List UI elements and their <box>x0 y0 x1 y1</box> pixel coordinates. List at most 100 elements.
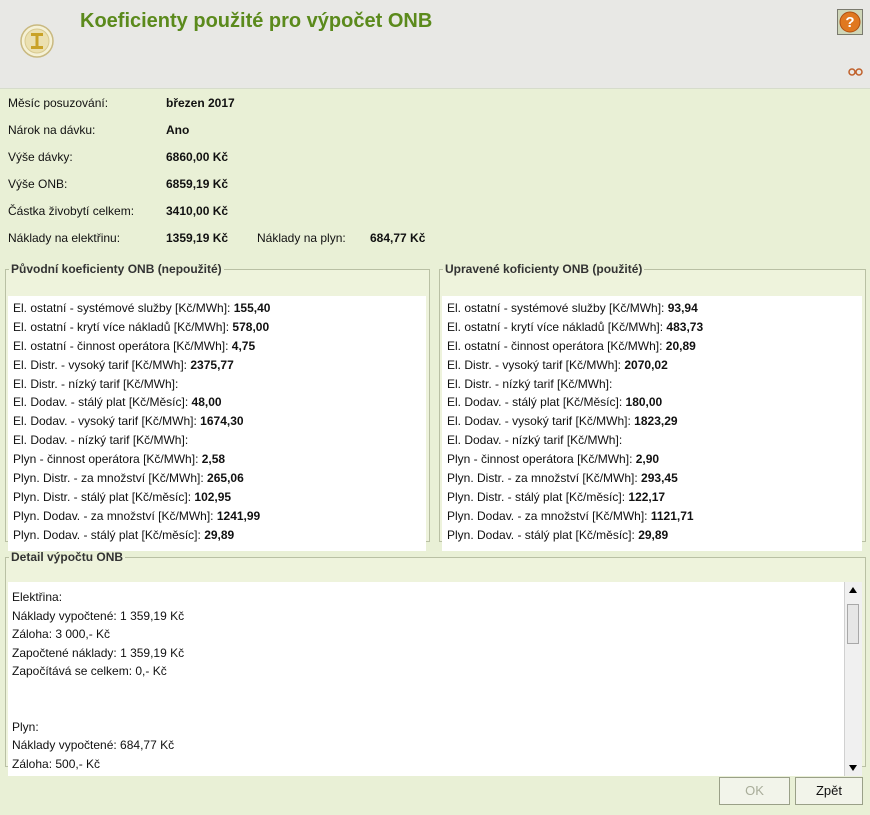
coefficient-label: El. ostatní - krytí více nákladů [Kč/MWh… <box>447 319 664 334</box>
info-label: Nárok na dávku: <box>8 123 96 137</box>
info-label: Výše dávky: <box>8 150 73 164</box>
svg-text:?: ? <box>845 14 854 31</box>
coefficient-value: 483,73 <box>666 319 704 334</box>
coefficient-label: El. Distr. - vysoký tarif [Kč/MWh]: <box>447 357 622 372</box>
coefficient-label: El. Distr. - nízký tarif [Kč/MWh]: <box>13 376 179 391</box>
coefficient-row: El. ostatní - činnost operátora [Kč/MWh]… <box>13 337 421 356</box>
coefficient-label: El. Dodav. - stálý plat [Kč/Měsíc]: <box>447 395 623 410</box>
info-label: Výše ONB: <box>8 177 68 191</box>
coefficient-value: 578,00 <box>232 319 270 334</box>
coefficient-label: El. Dodav. - nízký tarif [Kč/MWh]: <box>447 433 623 448</box>
scrollbar-thumb[interactable] <box>847 604 859 644</box>
coefficients-lines: El. ostatní - systémové služby [Kč/MWh]:… <box>8 296 426 548</box>
coefficient-value: 93,94 <box>667 301 698 315</box>
coefficient-label: Plyn. Distr. - stálý plat [Kč/měsíc]: <box>447 489 626 504</box>
scroll-down-icon[interactable] <box>848 764 858 772</box>
coefficient-row: Plyn - činnost operátora [Kč/MWh]: 2,90 <box>447 450 857 469</box>
coefficient-value: 29,89 <box>204 527 235 542</box>
adjusted-coefficients-list: El. ostatní - systémové služby [Kč/MWh]:… <box>442 296 862 551</box>
coefficient-value: 48,00 <box>191 395 222 410</box>
coefficient-label: Plyn. Dodav. - stálý plat [Kč/měsíc]: <box>13 527 201 542</box>
coefficient-value: 1823,29 <box>634 414 678 429</box>
coefficient-row: El. ostatní - krytí více nákladů [Kč/MWh… <box>13 318 421 337</box>
coefficient-row: Plyn. Dodav. - za množství [Kč/MWh]: 112… <box>447 507 857 526</box>
coefficient-row: Plyn. Distr. - za množství [Kč/MWh]: 265… <box>13 469 421 488</box>
coefficient-label: Plyn. Distr. - za množství [Kč/MWh]: <box>13 471 204 486</box>
coefficient-label: Plyn. Dodav. - za množství [Kč/MWh]: <box>13 508 214 523</box>
coefficient-value: 122,17 <box>628 489 666 504</box>
gas-cost-label: Náklady na plyn: <box>257 231 346 245</box>
coefficient-label: El. Distr. - vysoký tarif [Kč/MWh]: <box>13 357 188 372</box>
info-label: Částka živobytí celkem: <box>8 204 135 218</box>
detail-lines: Elektřina: Náklady vypočtené: 1 359,19 K… <box>12 588 832 773</box>
info-label: Měsíc posuzování: <box>8 96 109 110</box>
coefficient-label: Plyn. Distr. - stálý plat [Kč/měsíc]: <box>13 489 192 504</box>
coefficient-row: El. Distr. - vysoký tarif [Kč/MWh]: 2375… <box>13 356 421 375</box>
coefficient-row: Plyn. Dodav. - stálý plat [Kč/měsíc]: 29… <box>13 526 421 545</box>
info-value: březen 2017 <box>166 96 235 110</box>
coefficient-label: El. ostatní - krytí více nákladů [Kč/MWh… <box>13 319 230 334</box>
coefficient-label: El. Dodav. - vysoký tarif [Kč/MWh]: <box>447 414 631 429</box>
coefficient-row: El. Distr. - nízký tarif [Kč/MWh]: <box>13 375 421 394</box>
coefficient-label: El. Dodav. - vysoký tarif [Kč/MWh]: <box>13 414 197 429</box>
help-icon[interactable]: ? <box>837 9 863 35</box>
coefficient-label: El. Distr. - nízký tarif [Kč/MWh]: <box>447 376 613 391</box>
coefficient-value: 29,89 <box>638 527 669 542</box>
coefficient-value: 2375,77 <box>190 357 234 372</box>
coefficient-row: El. Dodav. - stálý plat [Kč/Měsíc]: 48,0… <box>13 393 421 412</box>
detail-line: Záloha: 3 000,- Kč <box>12 627 111 641</box>
detail-line: Elektřina: <box>12 590 63 604</box>
adjusted-coefficients-legend: Upravené koficienty ONB (použité) <box>445 262 643 276</box>
original-coefficients-list: El. ostatní - systémové služby [Kč/MWh]:… <box>8 296 426 551</box>
coefficient-value: 155,40 <box>233 301 271 315</box>
original-coefficients-panel: Původní koeficienty ONB (nepoužité) El. … <box>5 262 430 551</box>
coefficient-row: El. Dodav. - nízký tarif [Kč/MWh]: <box>13 431 421 450</box>
coefficient-value: 2,90 <box>635 452 660 467</box>
coefficient-label: El. ostatní - činnost operátora [Kč/MWh]… <box>447 338 663 353</box>
coefficient-value: 265,06 <box>207 471 244 486</box>
detail-textarea[interactable]: Elektřina: Náklady vypočtené: 1 359,19 K… <box>8 582 862 776</box>
ok-button[interactable]: OK <box>719 777 790 805</box>
adjusted-coefficients-panel: Upravené koficienty ONB (použité) El. os… <box>439 262 866 551</box>
coefficient-value: 20,89 <box>665 338 696 353</box>
detail-panel: Detail výpočtu ONB Elektřina: Náklady vy… <box>5 550 866 776</box>
coefficient-value: 1241,99 <box>216 508 261 523</box>
page-title: Koeficienty použité pro výpočet ONB <box>80 10 433 32</box>
detail-line: Započtené náklady: 1 359,19 Kč <box>12 645 185 660</box>
coefficient-label: El. ostatní - systémové služby [Kč/MWh]: <box>447 301 665 315</box>
coefficient-row: Plyn. Distr. - stálý plat [Kč/měsíc]: 10… <box>13 488 421 507</box>
detail-legend: Detail výpočtu ONB <box>11 550 124 564</box>
dialog-header: Koeficienty použité pro výpočet ONB ? <box>0 0 870 89</box>
detail-line: Náklady vypočtené: 684,77 Kč <box>12 738 175 752</box>
info-value: 3410,00 Kč <box>166 204 229 218</box>
link-icon[interactable] <box>848 66 864 78</box>
coefficient-value: 2070,02 <box>624 357 668 372</box>
coefficient-label: El. Dodav. - stálý plat [Kč/Měsíc]: <box>13 395 189 410</box>
coefficient-row: El. ostatní - systémové služby [Kč/MWh]:… <box>447 299 857 318</box>
info-value: 1359,19 Kč <box>166 231 229 245</box>
coefficient-row: Plyn - činnost operátora [Kč/MWh]: 2,58 <box>13 450 421 469</box>
coefficient-value: 2,58 <box>201 452 226 467</box>
info-label: Náklady na elektřinu: <box>8 231 121 245</box>
coefficient-label: Plyn. Dodav. - stálý plat [Kč/měsíc]: <box>447 527 635 542</box>
coefficient-label: Plyn - činnost operátora [Kč/MWh]: <box>13 452 199 467</box>
detail-line: Záloha: 500,- Kč <box>12 756 101 771</box>
coefficient-value: 293,45 <box>641 471 678 486</box>
coefficient-row: Plyn. Distr. - stálý plat [Kč/měsíc]: 12… <box>447 488 857 507</box>
coefficient-row: El. ostatní - krytí více nákladů [Kč/MWh… <box>447 318 857 337</box>
coefficient-value: 102,95 <box>194 489 232 504</box>
detail-line <box>12 699 832 718</box>
coefficient-label: El. ostatní - systémové služby [Kč/MWh]: <box>13 301 231 315</box>
gas-cost-value: 684,77 Kč <box>370 231 426 245</box>
back-button[interactable]: Zpět <box>795 777 863 805</box>
coefficient-label: El. Dodav. - nízký tarif [Kč/MWh]: <box>13 433 189 448</box>
scroll-up-icon[interactable] <box>848 586 858 594</box>
coefficient-value: 180,00 <box>625 395 663 410</box>
coefficient-row: El. Distr. - nízký tarif [Kč/MWh]: <box>447 375 857 394</box>
coefficient-row: Plyn. Dodav. - za množství [Kč/MWh]: 124… <box>13 507 421 526</box>
coefficient-row: El. Dodav. - nízký tarif [Kč/MWh]: <box>447 431 857 450</box>
coefficient-label: El. ostatní - činnost operátora [Kč/MWh]… <box>13 338 229 353</box>
vertical-scrollbar[interactable] <box>844 582 862 776</box>
original-coefficients-legend: Původní koeficienty ONB (nepoužité) <box>11 262 222 276</box>
detail-line: Započítává se celkem: 0,- Kč <box>12 664 167 678</box>
